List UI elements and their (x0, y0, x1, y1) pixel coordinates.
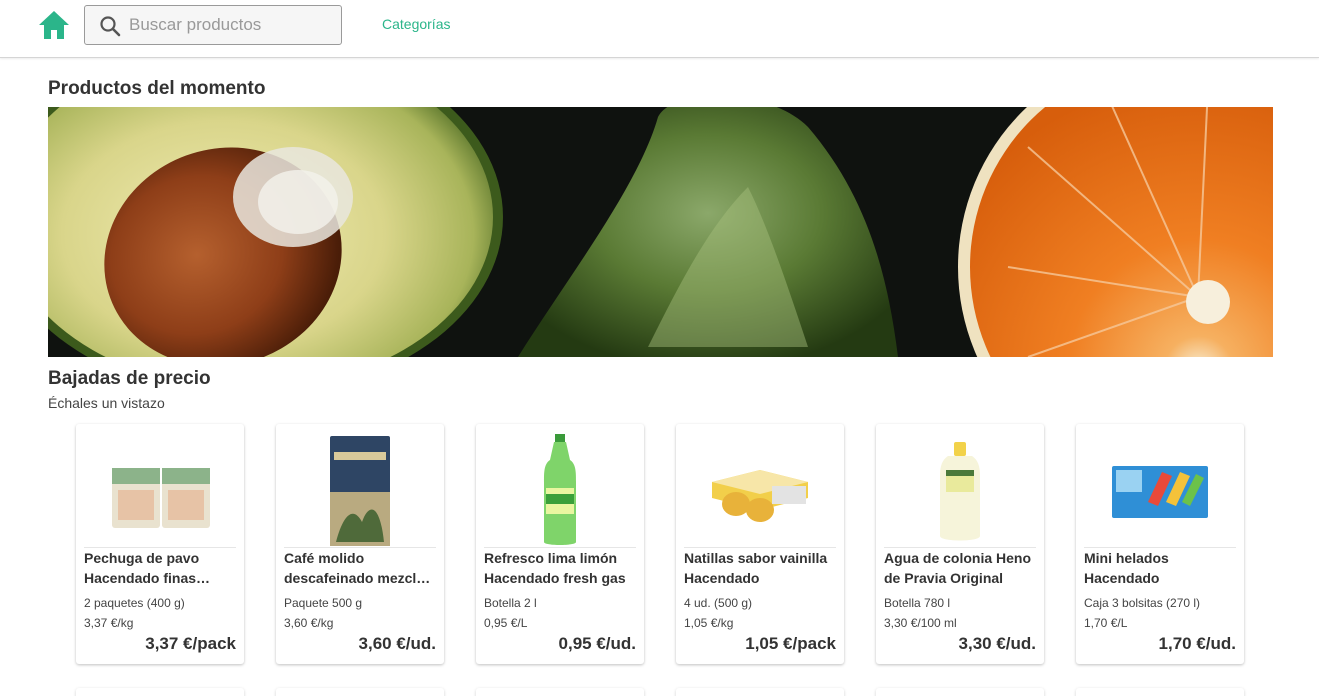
product-price: 0,95 €/ud. (558, 634, 636, 653)
fruit-banner-image (48, 107, 1273, 357)
product-image (884, 432, 1036, 548)
product-unit-price: 1,70 €/L (1084, 616, 1128, 630)
search-input[interactable] (129, 6, 337, 44)
product-card-partial[interactable] (676, 688, 844, 696)
product-card[interactable]: Mini helados Hacendado Caja 3 bolsitas (… (1076, 424, 1244, 664)
product-name: Agua de colonia Heno de Pravia Original (884, 550, 1032, 586)
product-unit-price: 3,60 €/kg (284, 616, 334, 630)
product-image (484, 432, 636, 548)
home-button[interactable] (37, 9, 71, 41)
product-image (684, 432, 836, 548)
product-image (84, 432, 236, 548)
product-card[interactable]: Agua de colonia Heno de Pravia Original … (876, 424, 1044, 664)
product-price: 3,60 €/ud. (358, 634, 436, 653)
product-format: Paquete 500 g (284, 596, 363, 610)
product-unit-price: 3,37 €/kg (84, 616, 134, 630)
product-list: Pechuga de pavo Hacendado finas lonchas … (76, 424, 1246, 664)
product-price: 1,70 €/ud. (1158, 634, 1236, 653)
product-format: 2 paquetes (400 g) (84, 596, 185, 610)
product-unit-price: 1,05 €/kg (684, 616, 734, 630)
product-unit-price: 0,95 €/L (484, 616, 528, 630)
product-card-partial[interactable] (876, 688, 1044, 696)
categories-link[interactable]: Categorías (382, 16, 450, 32)
product-name: Refresco lima limón Hacendado fresh gas (484, 550, 626, 586)
search-icon (100, 16, 121, 37)
product-price: 1,05 €/pack (745, 634, 836, 653)
product-card-partial[interactable] (1076, 688, 1244, 696)
price-drops-subtitle: Échales un vistazo (48, 395, 165, 411)
product-format: Botella 780 l (884, 596, 951, 610)
product-price: 3,30 €/ud. (958, 634, 1036, 653)
featured-banner[interactable] (48, 107, 1273, 357)
product-price: 3,37 €/pack (145, 634, 236, 653)
product-card[interactable]: Natillas sabor vainilla Hacendado 4 ud. … (676, 424, 844, 664)
featured-title: Productos del momento (48, 78, 266, 99)
product-format: Botella 2 l (484, 596, 537, 610)
product-format: 4 ud. (500 g) (684, 596, 753, 610)
price-drops-title: Bajadas de precio (48, 368, 211, 389)
product-name: Natillas sabor vainilla Hacendado (684, 550, 828, 586)
product-card-partial[interactable] (276, 688, 444, 696)
product-image (284, 432, 436, 548)
product-card[interactable]: Café molido descafeinado mezcla Hacendad… (276, 424, 444, 664)
product-image (1084, 432, 1236, 548)
product-name: Pechuga de pavo Hacendado finas lonchas (84, 550, 200, 586)
product-name: Café molido descafeinado mezcla Hacendad… (284, 550, 425, 586)
product-card[interactable]: Refresco lima limón Hacendado fresh gas … (476, 424, 644, 664)
top-bar: Categorías (0, 0, 1319, 58)
product-card-partial[interactable] (76, 688, 244, 696)
product-name: Mini helados Hacendado (1084, 550, 1169, 586)
product-card[interactable]: Pechuga de pavo Hacendado finas lonchas … (76, 424, 244, 664)
product-card-partial[interactable] (476, 688, 644, 696)
search-box[interactable] (84, 5, 342, 45)
product-unit-price: 3,30 €/100 ml (884, 616, 957, 630)
product-format: Caja 3 bolsitas (270 l) (1084, 596, 1201, 610)
home-icon (39, 11, 69, 39)
